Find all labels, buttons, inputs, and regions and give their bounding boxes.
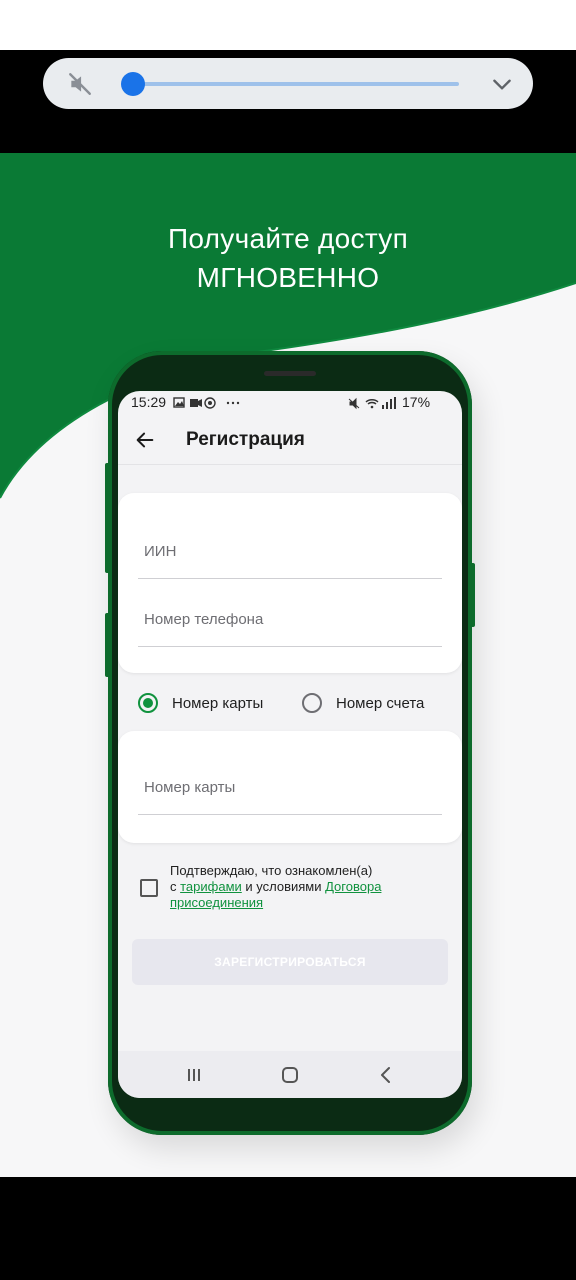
phone-mockup: 15:29 17% Регистрация ИИН Номер телефона… — [105, 351, 475, 1135]
radio-card-number[interactable]: Номер карты — [138, 691, 263, 715]
status-battery: 17% — [402, 394, 431, 410]
chevron-down-icon[interactable] — [489, 71, 515, 97]
consent-text-part: Подтверждаю, что ознакомлен(а) — [170, 863, 373, 878]
volume-slider-thumb[interactable] — [121, 72, 145, 96]
promo-stage: Получайте доступ МГНОВЕННО 15:29 17% Рег… — [0, 153, 576, 1177]
iin-input[interactable] — [144, 537, 434, 565]
identity-card — [118, 493, 462, 673]
consent-text: Подтверждаю, что ознакомлен(а) с тарифам… — [170, 863, 440, 911]
radio-label: Номер счета — [336, 694, 425, 712]
top-area — [0, 0, 576, 50]
phone-side-button — [105, 463, 110, 573]
volume-mute-icon[interactable] — [67, 71, 93, 97]
consent-text-part: и условиями — [241, 879, 326, 894]
volume-slider-track[interactable] — [123, 82, 459, 86]
radio-label: Номер карты — [172, 694, 264, 712]
home-icon[interactable] — [280, 1065, 300, 1085]
consent-text-part: с — [170, 879, 181, 894]
notification-icons — [173, 397, 240, 409]
radio-unselected-icon[interactable] — [302, 693, 322, 713]
recent-apps-icon[interactable] — [184, 1065, 204, 1085]
phone-power-button — [470, 563, 475, 627]
radio-selected-icon[interactable] — [138, 693, 158, 713]
consent-checkbox[interactable] — [140, 879, 158, 897]
phone-field — [138, 595, 442, 647]
card-number-field — [138, 763, 442, 815]
promo-line-2: МГНОВЕННО — [196, 262, 380, 293]
status-bar: 15:29 17% — [118, 391, 462, 415]
tariffs-link[interactable]: тарифами — [180, 879, 242, 894]
consent-block: Подтверждаю, что ознакомлен(а) с тарифам… — [138, 863, 442, 923]
phone-side-button — [105, 613, 110, 677]
card-number-card — [118, 731, 462, 843]
radio-account-number[interactable]: Номер счета — [302, 691, 424, 715]
promo-headline: Получайте доступ МГНОВЕННО — [0, 219, 576, 297]
android-nav-bar — [118, 1051, 462, 1098]
id-type-radio-group: Номер карты Номер счета — [118, 687, 462, 719]
card-number-input[interactable] — [144, 773, 434, 801]
phone-input[interactable] — [144, 605, 434, 633]
promo-line-1: Получайте доступ — [167, 223, 409, 254]
page-title: Регистрация — [186, 429, 305, 450]
signal-icons — [348, 397, 396, 410]
volume-panel — [43, 58, 533, 109]
iin-field — [138, 527, 442, 579]
nav-back-icon[interactable] — [376, 1065, 396, 1085]
phone-screen: 15:29 17% Регистрация ИИН Номер телефона… — [118, 391, 462, 1098]
register-button[interactable]: ЗАРЕГИСТРИРОВАТЬСЯ — [132, 939, 448, 985]
app-bar: Регистрация — [118, 415, 462, 465]
status-time: 15:29 — [131, 394, 167, 410]
phone-speaker — [264, 371, 316, 376]
arrow-back-icon[interactable] — [134, 429, 156, 451]
bottom-black-band — [0, 1177, 576, 1280]
